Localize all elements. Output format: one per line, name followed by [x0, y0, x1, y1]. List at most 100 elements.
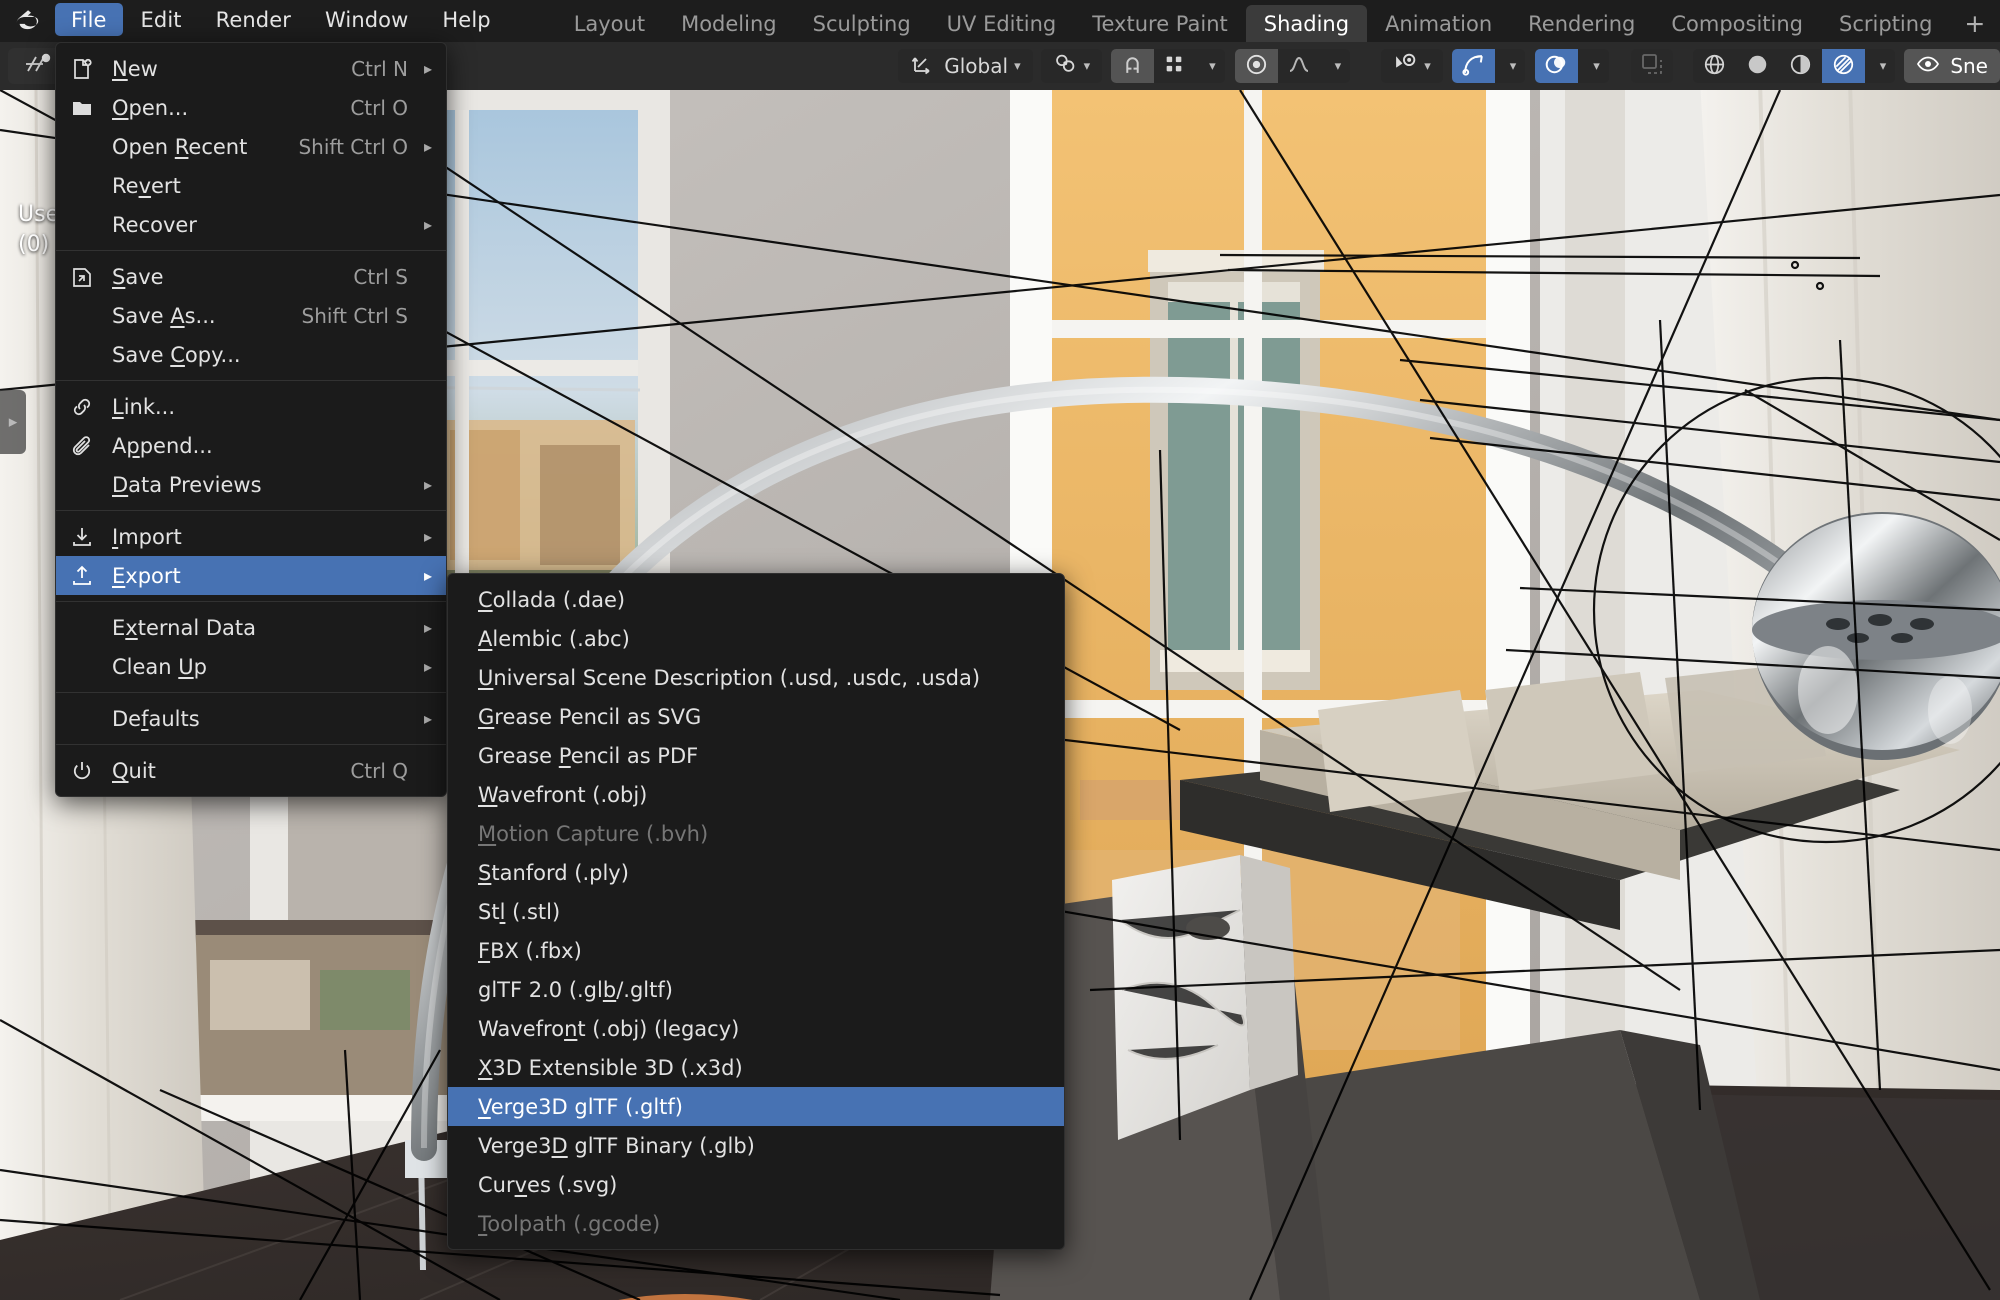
blender-logo-icon[interactable]	[0, 0, 52, 42]
gizmo-controls[interactable]: ▾	[1451, 49, 1526, 83]
scene-snap-pill[interactable]: Sne	[1904, 49, 2000, 83]
viewport-shading-modes[interactable]: ▾	[1692, 49, 1896, 83]
menu-help[interactable]: Help	[426, 3, 506, 36]
file-menu-item-open[interactable]: Open... Ctrl O	[56, 88, 446, 127]
submenu-arrow-icon: ▸	[423, 59, 432, 78]
tab-rendering[interactable]: Rendering	[1510, 5, 1653, 42]
file-menu-item-new[interactable]: New Ctrl N ▸	[56, 49, 446, 88]
file-menu-shortcut-quit: Ctrl Q	[350, 758, 408, 783]
file-menu-item-external-data[interactable]: External Data ▸	[56, 608, 446, 647]
shading-caret[interactable]: ▾	[1865, 49, 1896, 83]
file-menu-item-link[interactable]: Link...	[56, 387, 446, 426]
snap-grid-icon	[1163, 53, 1185, 79]
solid-shading-button[interactable]	[1736, 49, 1779, 83]
file-menu-item-export[interactable]: Export ▸	[56, 556, 446, 595]
export-item-wavefront-obj-legacy[interactable]: Wavefront (.obj) (legacy)	[448, 1009, 1064, 1048]
file-menu-item-defaults[interactable]: Defaults ▸	[56, 699, 446, 738]
chevron-down-icon[interactable]: ▾	[1084, 59, 1091, 74]
export-item-x3d[interactable]: X3D Extensible 3D (.x3d)	[448, 1048, 1064, 1087]
menu-file[interactable]: File	[55, 3, 123, 36]
file-menu-item-save-as[interactable]: Save As... Shift Ctrl S	[56, 296, 446, 335]
gizmo-icon	[1461, 52, 1486, 81]
file-menu-item-recover[interactable]: Recover ▸	[56, 205, 446, 244]
solid-shading-icon	[1745, 52, 1770, 81]
tab-modeling[interactable]: Modeling	[663, 5, 795, 42]
file-menu-item-save-copy[interactable]: Save Copy...	[56, 335, 446, 374]
magnet-toggle[interactable]	[1111, 49, 1155, 83]
wireframe-shading-button[interactable]	[1693, 49, 1736, 83]
chevron-down-icon[interactable]: ▾	[1424, 59, 1431, 74]
snapping-controls[interactable]: ▾	[1111, 49, 1225, 83]
tab-uv-editing[interactable]: UV Editing	[929, 5, 1075, 42]
export-item-grease-pencil-pdf[interactable]: Grease Pencil as PDF	[448, 736, 1064, 775]
chevron-right-icon: ▸	[8, 412, 18, 432]
export-item-curves-svg[interactable]: Curves (.svg)	[448, 1165, 1064, 1204]
export-label-grease-pencil-svg: Grease Pencil as SVG	[478, 704, 702, 729]
export-item-collada[interactable]: Collada (.dae)	[448, 580, 1064, 619]
file-menu-label-import: Import	[112, 524, 182, 549]
tab-compositing[interactable]: Compositing	[1653, 5, 1821, 42]
export-item-stl[interactable]: Stl (.stl)	[448, 892, 1064, 931]
rendered-shading-button[interactable]	[1821, 49, 1865, 83]
file-menu-item-revert[interactable]: Revert	[56, 166, 446, 205]
gizmo-toggle[interactable]	[1451, 49, 1495, 83]
append-paperclip-icon	[70, 434, 112, 458]
viewport-info-line-1: Use	[18, 202, 60, 227]
menu-separator	[56, 692, 446, 693]
menu-edit[interactable]: Edit	[125, 3, 198, 36]
open-folder-icon	[70, 96, 112, 120]
falloff-button[interactable]	[1278, 49, 1320, 83]
file-menu-item-open-recent[interactable]: Open Recent Shift Ctrl O ▸	[56, 127, 446, 166]
tab-scripting[interactable]: Scripting	[1821, 5, 1950, 42]
eye-icon	[1916, 52, 1940, 81]
add-workspace-button[interactable]: +	[1950, 5, 1999, 42]
tab-animation[interactable]: Animation	[1367, 5, 1510, 42]
overlays-toggle[interactable]	[1535, 49, 1579, 83]
xray-toggle[interactable]	[1630, 49, 1673, 83]
snap-mode-caret[interactable]: ▾	[1194, 49, 1225, 83]
export-item-grease-pencil-svg[interactable]: Grease Pencil as SVG	[448, 697, 1064, 736]
snap-mode-button[interactable]	[1154, 49, 1194, 83]
overlays-caret[interactable]: ▾	[1578, 49, 1609, 83]
snap-target-dropdown[interactable]: ▾	[1040, 49, 1103, 83]
file-menu-shortcut-open: Ctrl O	[350, 95, 408, 120]
menu-render[interactable]: Render	[200, 3, 307, 36]
tab-sculpting[interactable]: Sculpting	[795, 5, 929, 42]
export-item-alembic[interactable]: Alembic (.abc)	[448, 619, 1064, 658]
export-label-fbx: FBX (.fbx)	[478, 938, 582, 963]
file-menu-item-append[interactable]: Append...	[56, 426, 446, 465]
menu-window[interactable]: Window	[309, 3, 424, 36]
export-label-alembic: Alembic (.abc)	[478, 626, 630, 651]
tab-layout[interactable]: Layout	[556, 5, 663, 42]
proportional-editing-controls[interactable]: ▾	[1234, 49, 1351, 83]
tab-shading[interactable]: Shading	[1245, 5, 1368, 42]
transform-orientation-dropdown[interactable]: Global ▾	[898, 49, 1033, 83]
object-visibility-icon	[1393, 51, 1418, 81]
chevron-down-icon[interactable]: ▾	[1014, 59, 1021, 74]
object-visibility-dropdown[interactable]: ▾	[1381, 49, 1443, 83]
file-menu-item-data-previews[interactable]: Data Previews ▸	[56, 465, 446, 504]
file-menu-item-save[interactable]: Save Ctrl S	[56, 257, 446, 296]
tab-texture-paint[interactable]: Texture Paint	[1074, 5, 1246, 42]
viewport-sidebar-toggle[interactable]: ▸	[0, 390, 26, 454]
overlays-controls[interactable]: ▾	[1535, 49, 1609, 83]
file-menu-item-import[interactable]: Import ▸	[56, 517, 446, 556]
export-item-verge3d-gltf[interactable]: Verge3D glTF (.gltf)	[448, 1087, 1064, 1126]
export-item-usd[interactable]: Universal Scene Description (.usd, .usdc…	[448, 658, 1064, 697]
export-item-wavefront-obj[interactable]: Wavefront (.obj)	[448, 775, 1064, 814]
snap-target-icon	[1053, 51, 1078, 81]
export-item-gltf2[interactable]: glTF 2.0 (.glb/.gltf)	[448, 970, 1064, 1009]
file-menu-item-clean-up[interactable]: Clean Up ▸	[56, 647, 446, 686]
export-item-stanford-ply[interactable]: Stanford (.ply)	[448, 853, 1064, 892]
gizmo-caret[interactable]: ▾	[1495, 49, 1526, 83]
falloff-caret[interactable]: ▾	[1320, 49, 1351, 83]
file-menu-label-defaults: Defaults	[112, 706, 200, 731]
export-item-verge3d-glb[interactable]: Verge3D glTF Binary (.glb)	[448, 1126, 1064, 1165]
file-menu-item-quit[interactable]: Quit Ctrl Q	[56, 751, 446, 790]
file-menu-shortcut-save: Ctrl S	[353, 264, 408, 289]
proportional-edit-toggle[interactable]	[1234, 49, 1278, 83]
export-item-fbx[interactable]: FBX (.fbx)	[448, 931, 1064, 970]
file-menu-label-export: Export	[112, 563, 181, 588]
material-preview-shading-button[interactable]	[1779, 49, 1822, 83]
magnet-icon	[1120, 52, 1145, 81]
